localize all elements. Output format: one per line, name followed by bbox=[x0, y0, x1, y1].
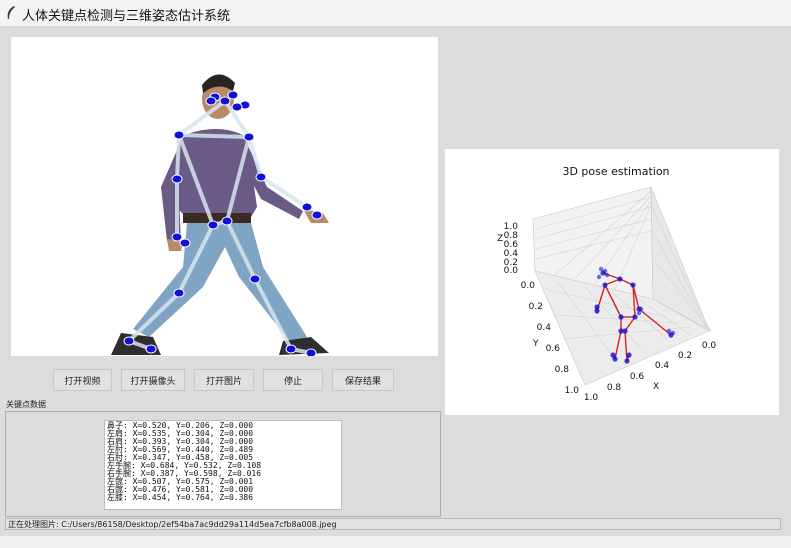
y-tick: 0.8 bbox=[555, 365, 570, 375]
x-axis-label: X bbox=[653, 382, 659, 392]
keypoint-2d-marker bbox=[243, 132, 255, 142]
pose-image bbox=[111, 74, 329, 358]
z-tick: 0.0 bbox=[504, 266, 519, 276]
keypoint-3d-marker bbox=[618, 314, 624, 320]
keypoint-2d-marker bbox=[145, 344, 157, 354]
keypoint-3d-marker bbox=[626, 352, 632, 358]
y-axis-label: Y bbox=[532, 339, 539, 349]
window-title: 人体关键点检测与三维姿态估计系统 bbox=[22, 9, 231, 24]
keypoint-3d-marker bbox=[602, 282, 608, 288]
person-figure bbox=[111, 74, 329, 355]
keypoint-2d-marker bbox=[205, 96, 217, 106]
title-bar: 人体关键点检测与三维姿态估计系统 bbox=[0, 0, 791, 27]
x-tick: 1.0 bbox=[584, 393, 599, 403]
skeleton-2d-bone bbox=[127, 291, 181, 343]
feather-icon bbox=[7, 6, 15, 19]
x-tick: 0.0 bbox=[702, 341, 717, 351]
save-results-button[interactable]: 保存结果 bbox=[332, 369, 394, 391]
keypoint-2d-marker bbox=[301, 202, 313, 212]
keypoint-3d-marker bbox=[598, 266, 604, 272]
keypoints-section-label: 关键点数据 bbox=[6, 400, 46, 409]
x-tick: 0.8 bbox=[607, 383, 622, 393]
y-tick: 0.6 bbox=[546, 344, 561, 354]
keypoint-3d-marker bbox=[596, 274, 602, 280]
keypoints-textbox[interactable]: 鼻子: X=0.520, Y=0.206, Z=0.000 左肩: X=0.53… bbox=[104, 420, 342, 510]
keypoint-2d-marker bbox=[173, 130, 185, 140]
keypoint-3d-marker bbox=[632, 314, 638, 320]
keypoint-2d-marker bbox=[221, 216, 233, 226]
keypoint-3d-marker bbox=[630, 282, 636, 288]
bottom-strip bbox=[0, 536, 791, 548]
y-tick: 1.0 bbox=[565, 386, 580, 396]
keypoint-2d-marker bbox=[311, 210, 323, 220]
keypoint-3d-marker bbox=[670, 330, 676, 336]
keypoint-3d-marker bbox=[666, 328, 672, 334]
keypoint-2d-marker bbox=[249, 274, 261, 284]
keypoint-3d-marker bbox=[602, 268, 608, 274]
x-tick: 0.4 bbox=[655, 361, 670, 371]
image-display bbox=[11, 37, 438, 358]
keypoint-line: 左膝: X=0.454, Y=0.764, Z=0.386 bbox=[107, 493, 254, 502]
x-tick: 0.2 bbox=[678, 351, 692, 361]
keypoint-3d-marker bbox=[604, 272, 610, 278]
skeleton-2d-bone bbox=[175, 133, 181, 181]
keypoint-2d-marker bbox=[227, 90, 239, 100]
keypoint-2d-marker bbox=[305, 348, 317, 358]
keypoint-2d-marker bbox=[255, 172, 267, 182]
z-axis-label: Z bbox=[497, 234, 503, 244]
keypoint-3d-marker bbox=[624, 358, 630, 364]
keypoint-2d-marker bbox=[173, 288, 185, 298]
stop-button[interactable]: 停止 bbox=[263, 369, 323, 391]
keypoint-3d-marker bbox=[594, 304, 600, 310]
pose-3d-plot: 3D pose estimation Z Y X 1.0 0.8 0.6 0.4… bbox=[445, 149, 779, 415]
y-tick: 0.4 bbox=[537, 323, 552, 333]
keypoint-2d-marker bbox=[231, 102, 243, 112]
keypoint-2d-marker bbox=[285, 344, 297, 354]
keypoint-3d-marker bbox=[618, 328, 624, 334]
keypoint-2d-marker bbox=[179, 238, 191, 248]
keypoint-3d-marker bbox=[636, 310, 642, 316]
open-video-button[interactable]: 打开视频 bbox=[53, 369, 112, 391]
keypoint-3d-marker bbox=[638, 306, 644, 312]
open-image-button[interactable]: 打开图片 bbox=[194, 369, 254, 391]
keypoint-2d-marker bbox=[207, 220, 219, 230]
keypoint-2d-marker bbox=[171, 232, 183, 242]
x-tick: 0.6 bbox=[630, 372, 645, 382]
keypoint-3d-marker bbox=[610, 352, 616, 358]
keypoint-3d-marker bbox=[617, 276, 623, 282]
pose-3d-chart: 3D pose estimation Z Y X 1.0 0.8 0.6 0.4… bbox=[497, 165, 717, 403]
plot-title: 3D pose estimation bbox=[562, 165, 669, 178]
open-camera-button[interactable]: 打开摄像头 bbox=[121, 369, 185, 391]
y-tick: 0.2 bbox=[529, 302, 543, 312]
keypoint-2d-marker bbox=[123, 336, 135, 346]
keypoint-2d-marker bbox=[171, 174, 183, 184]
status-bar: 正在处理图片: C:/Users/86158/Desktop/2ef54ba7a… bbox=[5, 518, 781, 530]
y-tick: 0.0 bbox=[521, 281, 536, 291]
keypoint-2d-marker bbox=[219, 96, 231, 106]
skeleton-2d-bone bbox=[177, 133, 251, 139]
